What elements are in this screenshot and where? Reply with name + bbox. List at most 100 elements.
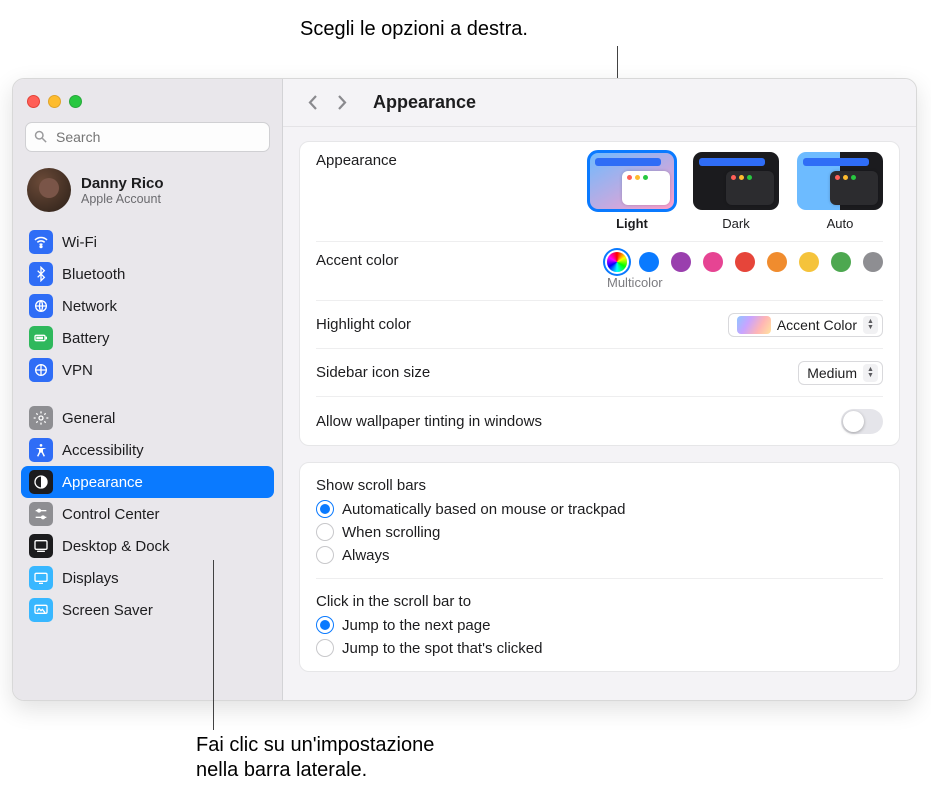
clickbar-radio[interactable]: Jump to the next page: [316, 616, 883, 634]
sidebar-item-label: Screen Saver: [62, 602, 153, 619]
page-title: Appearance: [373, 92, 476, 113]
toolbar: Appearance: [283, 79, 916, 127]
radio-label: Jump to the spot that's clicked: [342, 640, 542, 657]
sidebar-item-displays[interactable]: Displays: [21, 562, 274, 594]
sidebar-item-label: Appearance: [62, 474, 143, 491]
scrolling-card: Show scroll bars Automatically based on …: [299, 462, 900, 672]
appearance-option-label: Dark: [722, 216, 749, 231]
saver-icon: [29, 598, 53, 622]
leader-line-bottom: [213, 560, 214, 730]
zoom-icon[interactable]: [69, 95, 82, 108]
sidebar: Danny Rico Apple Account Wi-Fi Bluetooth N…: [13, 79, 283, 700]
scrollbars-radio[interactable]: When scrolling: [316, 523, 883, 541]
chevron-updown-icon: ▲▼: [863, 316, 878, 334]
radio-label: Always: [342, 547, 390, 564]
sidebar-item-desktop-dock[interactable]: Desktop & Dock: [21, 530, 274, 562]
account-row[interactable]: Danny Rico Apple Account: [13, 162, 282, 226]
iconsize-label: Sidebar icon size: [316, 364, 430, 381]
accent-swatch[interactable]: [703, 252, 723, 272]
search-field[interactable]: [25, 122, 270, 152]
sidebar-item-label: Wi-Fi: [62, 234, 97, 251]
sidebar-item-bluetooth[interactable]: Bluetooth: [21, 258, 274, 290]
search-input[interactable]: [25, 122, 270, 152]
vpn-icon: [29, 358, 53, 382]
wifi-icon: [29, 230, 53, 254]
sidebar-item-label: Network: [62, 298, 117, 315]
sliders-icon: [29, 502, 53, 526]
sidebar-item-general[interactable]: General: [21, 402, 274, 434]
nav-forward-button[interactable]: [331, 90, 353, 116]
sidebar-item-network[interactable]: Network: [21, 290, 274, 322]
highlight-value: Accent Color: [777, 317, 857, 333]
clickbar-group: Click in the scroll bar to Jump to the n…: [316, 579, 883, 671]
highlight-row: Highlight color Accent Color ▲▼: [316, 301, 883, 349]
highlight-label: Highlight color: [316, 316, 411, 333]
close-icon[interactable]: [27, 95, 40, 108]
accent-swatches: [607, 252, 883, 272]
network-icon: [29, 294, 53, 318]
accent-row: Accent color Multicolor: [316, 242, 883, 301]
accent-label: Accent color: [316, 252, 399, 269]
sidebar-item-vpn[interactable]: VPN: [21, 354, 274, 386]
main-panel: Appearance Appearance LightDarkAuto Acce…: [283, 79, 916, 700]
accent-swatch[interactable]: [831, 252, 851, 272]
nav-back-button[interactable]: [301, 90, 323, 116]
sidebar-item-wi-fi[interactable]: Wi-Fi: [21, 226, 274, 258]
accent-selected-name: Multicolor: [607, 275, 883, 290]
highlight-swatch: [737, 316, 771, 334]
scrollbars-radio[interactable]: Always: [316, 546, 883, 564]
radio-label: Jump to the next page: [342, 617, 490, 634]
gear-icon: [29, 406, 53, 430]
clickbar-header: Click in the scroll bar to: [316, 593, 883, 610]
radio-icon: [316, 546, 334, 564]
accent-swatch[interactable]: [607, 252, 627, 272]
appearance-thumbs: Light Dark Auto: [589, 152, 883, 231]
tinting-toggle[interactable]: [841, 409, 883, 434]
iconsize-select[interactable]: Medium ▲▼: [798, 361, 883, 385]
accent-swatch[interactable]: [767, 252, 787, 272]
appearance-preview: [693, 152, 779, 210]
appearance-option-light[interactable]: Light: [589, 152, 675, 231]
appearance-preview: [797, 152, 883, 210]
scrollbars-header: Show scroll bars: [316, 477, 883, 494]
highlight-select[interactable]: Accent Color ▲▼: [728, 313, 883, 337]
sidebar-item-label: Accessibility: [62, 442, 144, 459]
appearance-row: Appearance LightDarkAuto: [316, 142, 883, 242]
settings-window: Danny Rico Apple Account Wi-Fi Bluetooth N…: [12, 78, 917, 701]
display-icon: [29, 566, 53, 590]
appear-icon: [29, 470, 53, 494]
bluetooth-icon: [29, 262, 53, 286]
accent-swatch[interactable]: [735, 252, 755, 272]
accent-swatch[interactable]: [671, 252, 691, 272]
accent-swatch[interactable]: [639, 252, 659, 272]
sidebar-item-appearance[interactable]: Appearance: [21, 466, 274, 498]
appearance-option-dark[interactable]: Dark: [693, 152, 779, 231]
dock-icon: [29, 534, 53, 558]
sidebar-item-control-center[interactable]: Control Center: [21, 498, 274, 530]
iconsize-row: Sidebar icon size Medium ▲▼: [316, 349, 883, 397]
window-controls: [13, 87, 282, 122]
accent-swatch[interactable]: [799, 252, 819, 272]
appearance-option-label: Light: [616, 216, 648, 231]
sidebar-item-accessibility[interactable]: Accessibility: [21, 434, 274, 466]
access-icon: [29, 438, 53, 462]
scrollbars-radio[interactable]: Automatically based on mouse or trackpad: [316, 500, 883, 518]
radio-icon: [316, 500, 334, 518]
minimize-icon[interactable]: [48, 95, 61, 108]
sidebar-item-screen-saver[interactable]: Screen Saver: [21, 594, 274, 626]
content: Appearance LightDarkAuto Accent color Mu…: [283, 127, 916, 686]
leader-line-top: [617, 46, 618, 78]
sidebar-item-label: General: [62, 410, 115, 427]
clickbar-radio[interactable]: Jump to the spot that's clicked: [316, 639, 883, 657]
sidebar-list: Wi-Fi Bluetooth Network BatteryVPN General Ac…: [13, 226, 282, 626]
radio-icon: [316, 523, 334, 541]
chevron-updown-icon: ▲▼: [863, 364, 878, 382]
appearance-option-auto[interactable]: Auto: [797, 152, 883, 231]
tinting-row: Allow wallpaper tinting in windows: [316, 397, 883, 445]
sidebar-item-battery[interactable]: Battery: [21, 322, 274, 354]
annotation-bottom: Fai clic su un'impostazione nella barra …: [196, 733, 434, 783]
accent-swatch[interactable]: [863, 252, 883, 272]
radio-label: Automatically based on mouse or trackpad: [342, 501, 625, 518]
tinting-label: Allow wallpaper tinting in windows: [316, 413, 542, 430]
appearance-card: Appearance LightDarkAuto Accent color Mu…: [299, 141, 900, 446]
